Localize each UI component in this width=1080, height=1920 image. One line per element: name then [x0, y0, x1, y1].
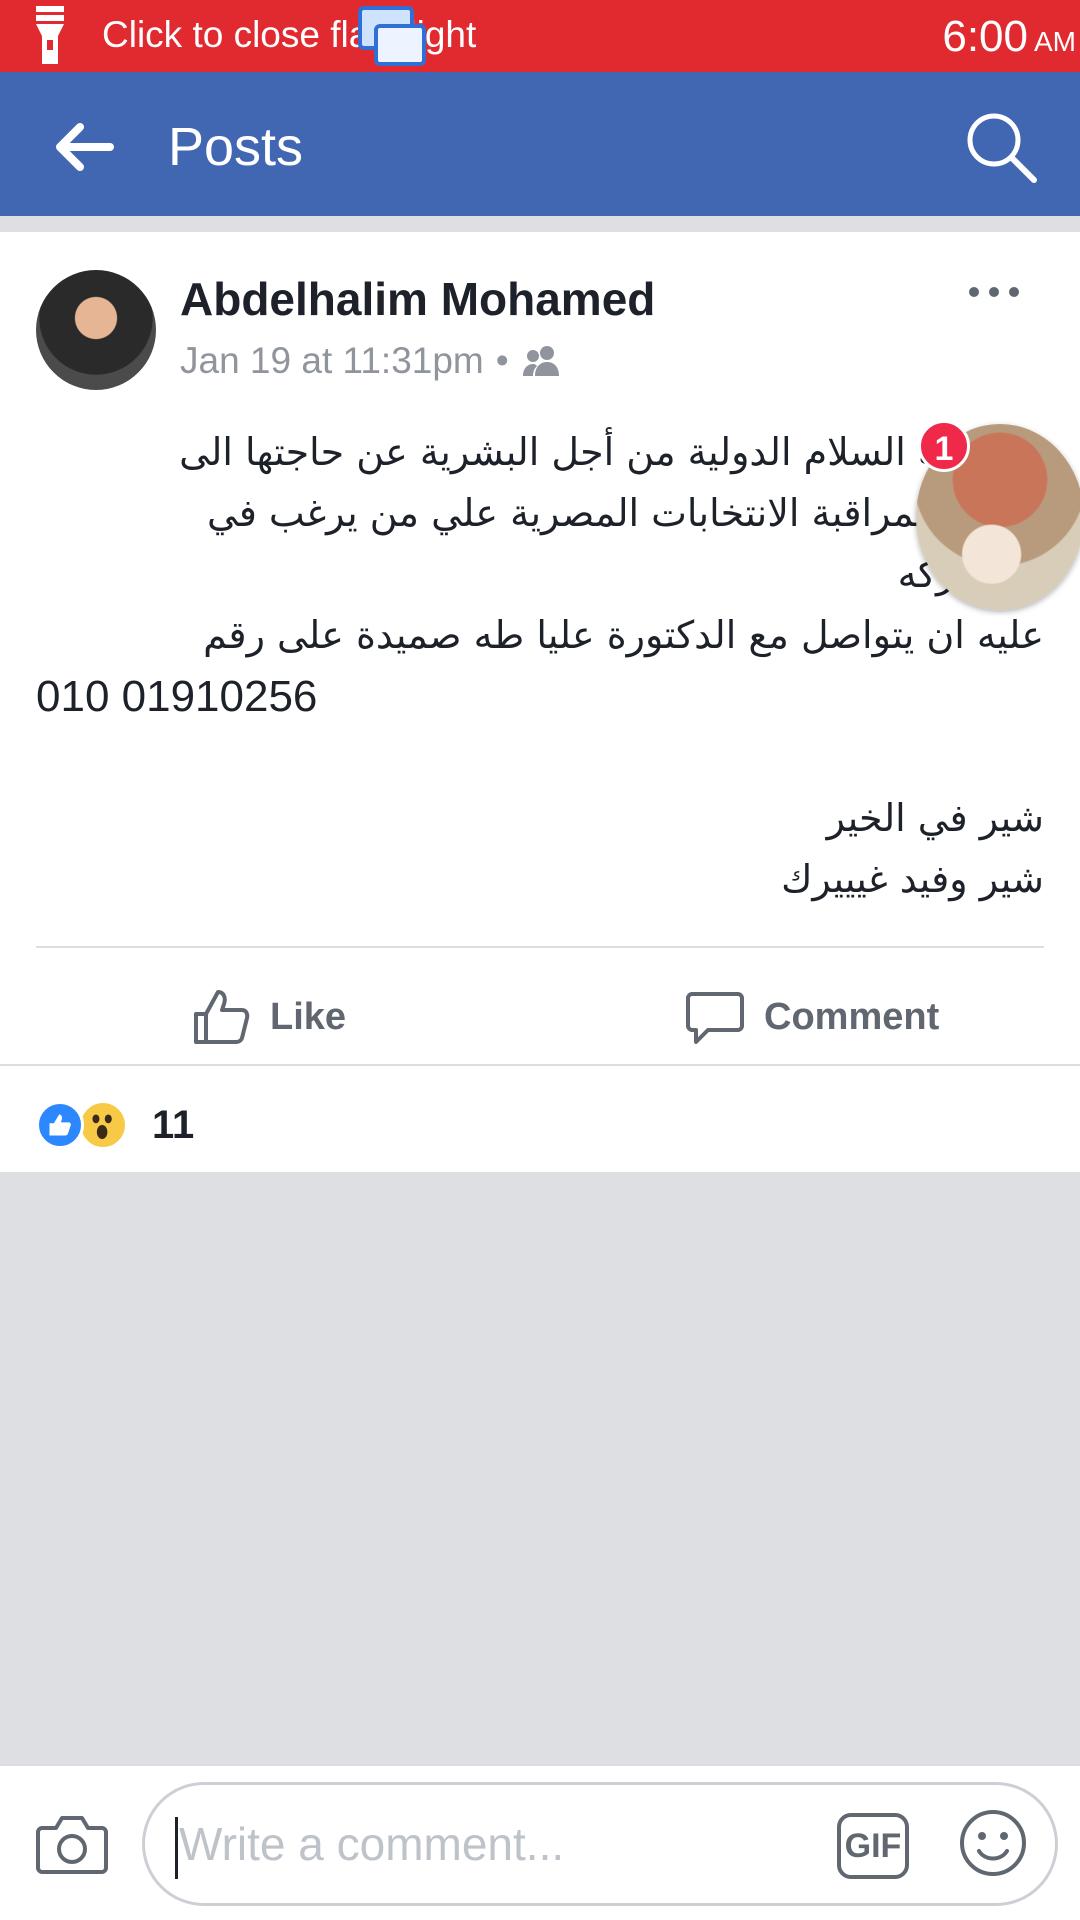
post-line: متطوع لمراقبة الانتخابات المصرية علي من … [207, 491, 1044, 535]
comment-input[interactable]: Write a comment... GIF [142, 1782, 1058, 1906]
like-button[interactable]: Like [190, 972, 346, 1062]
divider [36, 946, 1044, 948]
post-line: شير في الخير [826, 796, 1044, 840]
post-timestamp[interactable]: Jan 19 at 11:31pm [180, 340, 484, 382]
post-line: المشاركه [36, 544, 1044, 605]
comment-label: Comment [764, 995, 940, 1038]
wow-reaction-icon [78, 1100, 128, 1150]
reactions-summary[interactable]: 11 [36, 1100, 194, 1150]
comment-placeholder: Write a comment... [179, 1818, 565, 1870]
unread-badge: 1 [918, 420, 970, 472]
emoji-icon[interactable] [957, 1807, 1029, 1879]
meta-separator: • [495, 340, 509, 381]
camera-icon[interactable] [36, 1812, 108, 1876]
text-caret [175, 1817, 178, 1879]
author-avatar[interactable] [36, 270, 156, 390]
post-line: مؤسسة السلام الدولية من أجل البشرية عن ح… [179, 430, 1044, 474]
more-options-icon[interactable] [964, 272, 1024, 312]
reaction-count: 11 [152, 1102, 195, 1147]
status-time: 6:00 AM [942, 12, 1076, 61]
status-bar: Click to close flashlight 6:00 AM [0, 0, 1080, 72]
post-card: Abdelhalim Mohamed Jan 19 at 11:31pm • م… [0, 232, 1080, 1172]
comment-composer: Write a comment... GIF [0, 1764, 1080, 1920]
window-overlay-icon [358, 6, 426, 66]
post-line-blank [36, 727, 1044, 788]
post-line: عليه ان يتواصل مع الدكتورة عليا طه صميدة… [203, 613, 1044, 657]
flashlight-icon[interactable] [32, 6, 68, 66]
back-arrow-icon[interactable] [50, 112, 120, 182]
post-meta: Jan 19 at 11:31pm • [180, 340, 563, 382]
post-body: مؤسسة السلام الدولية من أجل البشرية عن ح… [36, 422, 1044, 910]
search-icon[interactable] [962, 108, 1040, 186]
friends-icon [522, 346, 559, 376]
like-reaction-icon [36, 1101, 84, 1149]
post-line: شير وفيد غيييرك [781, 857, 1044, 901]
page-title: Posts [168, 117, 304, 177]
comment-button[interactable]: Comment [684, 972, 939, 1062]
gif-button[interactable]: GIF [837, 1813, 909, 1879]
author-name[interactable]: Abdelhalim Mohamed [180, 272, 655, 326]
comment-bubble-icon [686, 992, 744, 1044]
divider [0, 1064, 1080, 1066]
app-bar: Posts [0, 72, 1080, 216]
phone-number[interactable]: 010 01910256 [36, 666, 1044, 727]
feed-separator [0, 216, 1080, 232]
chat-head-bubble[interactable]: 1 [916, 420, 1080, 610]
like-label: Like [270, 995, 347, 1038]
thumbs-up-icon [194, 990, 250, 1044]
